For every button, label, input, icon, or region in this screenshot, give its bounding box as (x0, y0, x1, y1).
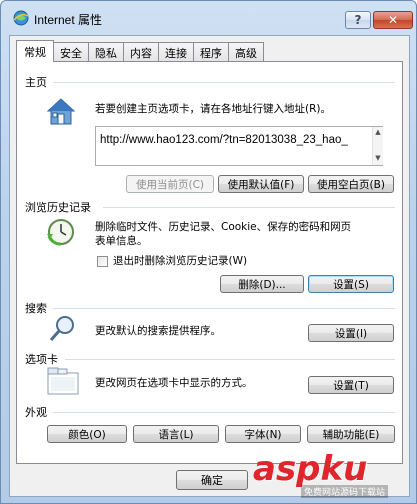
delete-on-exit-label[interactable]: 退出时删除浏览历史记录(W) (113, 254, 247, 268)
tab-strip: 常规 安全 隐私 内容 连接 程序 高级 (16, 40, 264, 62)
homepage-url-input[interactable]: http://www.hao123.com/?tn=82013038_23_ha… (95, 126, 383, 166)
internet-properties-window: Internet 属性 ? ✕ 常规 安全 隐私 内容 连接 程序 高级 主页 … (0, 0, 417, 504)
history-description-line2: 表单信息。 (95, 235, 148, 247)
search-divider (53, 308, 395, 309)
tabs-description: 更改网页在选项卡中显示的方式。 (95, 377, 253, 389)
help-icon: ? (354, 13, 362, 27)
tabs-divider (65, 359, 395, 360)
magnifier-icon (49, 316, 74, 341)
tab-privacy[interactable]: 隐私 (88, 42, 124, 62)
tab-programs[interactable]: 程序 (193, 42, 229, 62)
tabs-group-title: 选项卡 (25, 353, 58, 366)
dialog-client-area: 常规 安全 隐私 内容 连接 程序 高级 主页 若要创建主页选项卡，请在各地址行… (9, 35, 410, 497)
title-bar[interactable]: Internet 属性 ? ✕ (1, 1, 416, 35)
close-icon: ✕ (387, 13, 399, 27)
watermark-subtitle: 免费网站源码下载站 (301, 485, 389, 498)
tab-content[interactable]: 内容 (123, 42, 159, 62)
fonts-button[interactable]: 字体(N) (225, 425, 301, 443)
ok-button[interactable]: 确定 (176, 470, 248, 490)
history-description-line1: 删除临时文件、历史记录、Cookie、保存的密码和网页 (95, 221, 352, 233)
tabs-window-icon (47, 367, 79, 395)
history-clock-icon (47, 219, 74, 246)
delete-on-exit-checkbox[interactable] (97, 256, 108, 267)
tabs-settings-button[interactable]: 设置(T) (308, 376, 394, 394)
search-settings-button[interactable]: 设置(I) (308, 324, 394, 342)
search-description: 更改默认的搜索提供程序。 (95, 325, 221, 337)
appearance-group-title: 外观 (25, 406, 47, 419)
internet-globe-icon (13, 10, 29, 26)
tab-security[interactable]: 安全 (53, 42, 89, 62)
home-house-icon (46, 98, 76, 125)
homepage-divider (53, 82, 395, 83)
close-button[interactable]: ✕ (373, 11, 413, 29)
languages-button[interactable]: 语言(L) (133, 425, 219, 443)
scroll-down-icon[interactable]: ▼ (373, 153, 383, 163)
use-current-button[interactable]: 使用当前页(C) (126, 175, 214, 193)
general-tab-panel: 主页 若要创建主页选项卡，请在各地址行键入地址(R)。 http://www.h… (16, 61, 403, 464)
history-divider (103, 207, 395, 208)
history-group-title: 浏览历史记录 (25, 201, 91, 214)
tab-connections[interactable]: 连接 (158, 42, 194, 62)
tab-advanced[interactable]: 高级 (228, 42, 264, 62)
url-scrollbar[interactable]: ▲ ▼ (372, 127, 383, 165)
history-settings-button[interactable]: 设置(S) (308, 275, 394, 293)
help-button[interactable]: ? (345, 11, 371, 29)
use-blank-button[interactable]: 使用空白页(B) (308, 175, 394, 193)
scroll-up-icon[interactable]: ▲ (373, 127, 383, 137)
accessibility-button[interactable]: 辅助功能(E) (307, 425, 395, 443)
appearance-divider (53, 412, 395, 413)
homepage-description: 若要创建主页选项卡，请在各地址行键入地址(R)。 (95, 103, 331, 115)
aspku-watermark-logo: aspku (253, 449, 368, 489)
tab-general[interactable]: 常规 (16, 40, 54, 62)
use-default-button[interactable]: 使用默认值(F) (218, 175, 304, 193)
colors-button[interactable]: 颜色(O) (47, 425, 127, 443)
homepage-group-title: 主页 (25, 76, 47, 89)
window-title: Internet 属性 (34, 13, 103, 27)
delete-history-button[interactable]: 删除(D)... (220, 275, 304, 293)
search-group-title: 搜索 (25, 302, 47, 315)
